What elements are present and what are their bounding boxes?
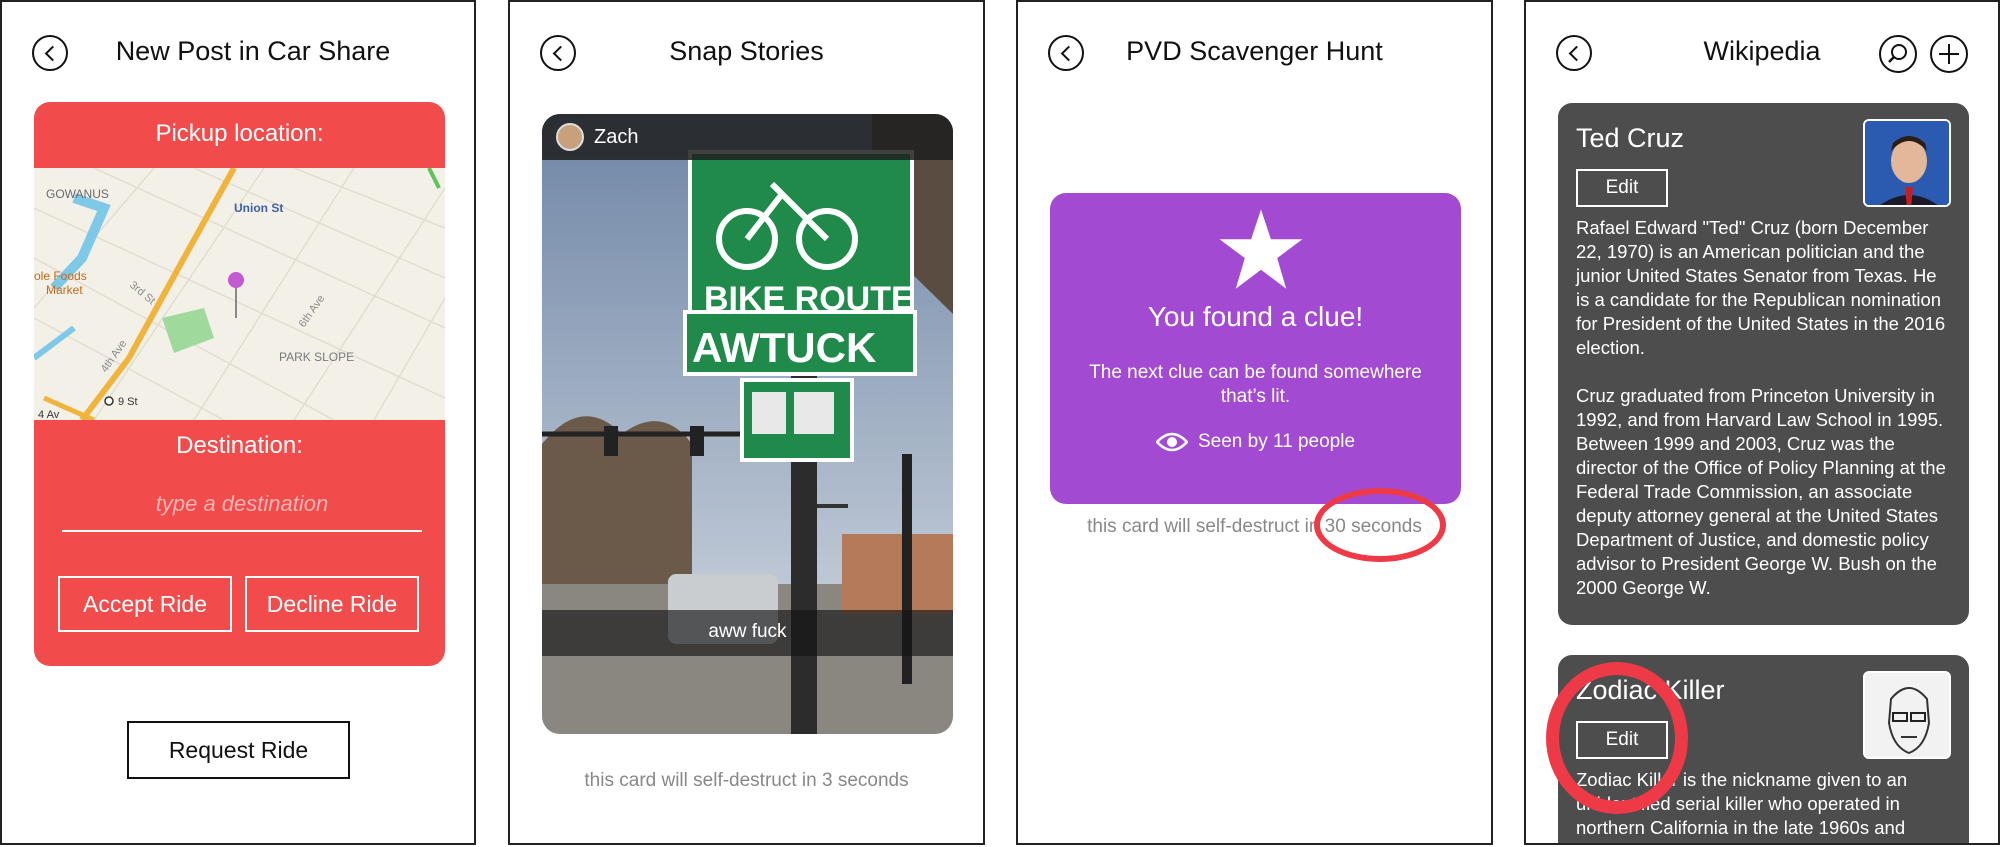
svg-text:AWTUCK: AWTUCK — [692, 324, 876, 371]
highlight-circle — [1546, 662, 1688, 814]
decline-ride-button[interactable]: Decline Ride — [245, 576, 419, 632]
page-title: Wikipedia — [1703, 36, 1821, 66]
map-graphic: GOWANUS Union St ole Foods Market 3rd St… — [34, 168, 445, 420]
request-ride-button[interactable]: Request Ride — [127, 721, 350, 779]
page-title: PVD Scavenger Hunt — [1126, 36, 1383, 66]
clue-body: The next clue can be found somewhere tha… — [1089, 362, 1422, 407]
page-title: New Post in Car Share — [115, 36, 391, 66]
wiki-card[interactable]: Ted Cruz Edit Rafael Edward "Ted" Cruz (… — [1558, 103, 1969, 625]
screen-scavenger-hunt: PVD Scavenger Hunt You found a clue! The… — [1016, 0, 1493, 845]
clue-card[interactable]: You found a clue! The next clue can be f… — [1050, 193, 1461, 504]
destination-input[interactable] — [62, 478, 422, 532]
accept-ride-button[interactable]: Accept Ride — [58, 576, 232, 632]
story-username[interactable]: Zach — [594, 126, 638, 149]
story-header: Zach — [542, 114, 953, 160]
avatar[interactable] — [556, 123, 584, 151]
screen-snap-stories: Snap Stories BIKE ROUTE AWTUCK Zach aww … — [508, 0, 985, 845]
svg-text:GOWANUS: GOWANUS — [46, 187, 109, 201]
wiki-card-photo — [1863, 119, 1951, 207]
story-card[interactable]: BIKE ROUTE AWTUCK Zach aww fuck — [542, 114, 953, 734]
wiki-card-text: Rafael Edward "Ted" Cruz (born December … — [1576, 217, 1946, 358]
clue-title: You found a clue! — [1147, 301, 1364, 332]
eye-icon — [1155, 432, 1188, 452]
wiki-card-text-2: Cruz graduated from Princeton University… — [1576, 385, 1946, 598]
highlight-circle — [1314, 488, 1446, 562]
svg-text:Union St: Union St — [234, 201, 283, 215]
svg-text:9 St: 9 St — [118, 396, 138, 408]
wiki-card-title: Ted Cruz — [1576, 123, 1685, 153]
edit-button[interactable]: Edit — [1576, 169, 1668, 207]
svg-text:4 Av: 4 Av — [38, 409, 60, 420]
self-destruct-text: this card will self-destruct in 3 second… — [584, 770, 909, 791]
svg-text:Market: Market — [46, 283, 83, 297]
seen-count-text: Seen by 11 people — [1197, 431, 1356, 452]
story-caption: aww fuck — [708, 621, 787, 642]
page-title: Snap Stories — [669, 36, 824, 66]
search-icon[interactable] — [1879, 35, 1917, 73]
plus-icon[interactable] — [1930, 35, 1968, 73]
ride-card: Pickup location: GOWANUS Union St ole Fo… — [34, 102, 445, 666]
pickup-label: Pickup location: — [155, 120, 324, 147]
svg-text:PARK SLOPE: PARK SLOPE — [279, 350, 354, 364]
screen-car-share: New Post in Car Share Pickup location: G… — [0, 0, 476, 845]
svg-text:ole Foods: ole Foods — [34, 269, 87, 283]
seen-count: Seen by 11 people — [1050, 431, 1461, 453]
wiki-card-photo — [1863, 671, 1951, 759]
destination-label: Destination: — [176, 432, 303, 459]
screen-wikipedia: Wikipedia Ted Cruz Edit Rafael Edward "T… — [1524, 0, 2000, 845]
star-icon — [1219, 209, 1303, 289]
pickup-map[interactable]: GOWANUS Union St ole Foods Market 3rd St… — [34, 168, 445, 420]
